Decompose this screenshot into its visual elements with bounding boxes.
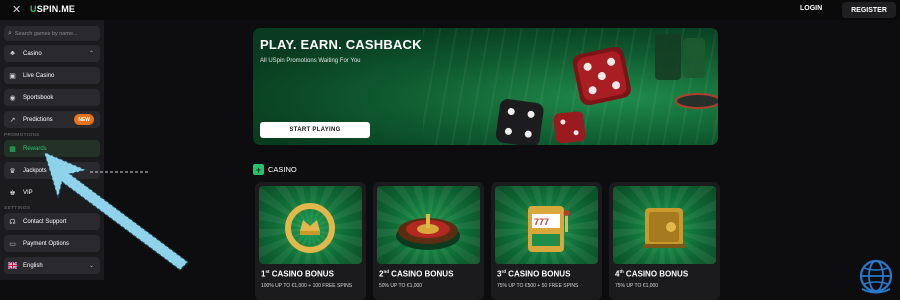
language-select[interactable]: English ⌄ [4, 257, 100, 274]
promo-banner[interactable]: PLAY. EARN. CASHBACK All USpin Promotion… [253, 28, 718, 145]
bonus-card-desc: 100% UP TO €1,000 + 100 FREE SPINS [261, 283, 353, 289]
sidebar-item-contact-support[interactable]: ☊ Contact Support [4, 213, 100, 230]
sidebar-item-label: Casino [23, 50, 42, 57]
register-button[interactable]: REGISTER [842, 2, 896, 18]
globe-icon[interactable] [856, 256, 896, 296]
close-icon[interactable]: ✕ [12, 3, 21, 16]
sidebar: ⌕ Search games by name... ♣ Casino ⌃ ▣ L… [0, 20, 104, 280]
slot-machine-icon: 777 [495, 186, 598, 264]
sidebar-item-label: Live Casino [23, 72, 55, 79]
headset-icon: ☊ [9, 218, 16, 226]
settings-section-label: SETTINGS [4, 206, 31, 211]
svg-text:777: 777 [534, 217, 549, 227]
sidebar-item-label: English [23, 262, 43, 269]
sidebar-item-rewards[interactable]: ▦ Rewards [4, 140, 100, 157]
sidebar-item-vip[interactable]: ♚ VIP [4, 184, 100, 201]
logo[interactable]: USPIN.ME [30, 4, 75, 14]
chevron-up-icon[interactable]: ⌃ [89, 50, 94, 57]
new-badge: NEW [74, 114, 94, 125]
login-button[interactable]: LOGIN [800, 5, 822, 12]
start-playing-button[interactable]: START PLAYING [260, 122, 370, 138]
bonus-card-desc: 75% UP TO €1,000 [615, 283, 659, 289]
chevron-down-icon: ⌄ [88, 263, 94, 269]
casino-heading-text: CASINO [268, 165, 297, 174]
casino-section-heading: + CASINO [253, 164, 297, 175]
sidebar-item-sportsbook[interactable]: ◉ Sportsbook [4, 89, 100, 106]
cards-icon: ▣ [9, 72, 16, 80]
trophy-icon: ♛ [9, 167, 16, 175]
search-placeholder: Search games by name... [14, 30, 78, 37]
chart-icon: ↗ [9, 116, 16, 124]
flag-icon [8, 261, 17, 270]
bonus-card-4[interactable]: 4th CASINO BONUS 75% UP TO €1,000 [609, 182, 720, 300]
bonus-card-2[interactable]: 2nd CASINO BONUS 50% UP TO €1,000 [373, 182, 484, 300]
sidebar-item-predictions[interactable]: ↗ Predictions NEW [4, 111, 100, 128]
ball-icon: ◉ [9, 94, 16, 102]
plus-icon: + [253, 164, 264, 175]
bonus-card-desc: 50% UP TO €1,000 [379, 283, 423, 289]
bonus-card-title: 1st CASINO BONUS [261, 269, 334, 279]
search-icon: ⌕ [8, 29, 12, 37]
card-icon: ▭ [9, 240, 16, 248]
sidebar-item-live-casino[interactable]: ▣ Live Casino [4, 67, 100, 84]
sidebar-item-label: Contact Support [23, 218, 67, 225]
bonus-card-1[interactable]: 1st CASINO BONUS 100% UP TO €1,000 + 100… [255, 182, 366, 300]
top-bar: ✕ USPIN.ME LOGIN REGISTER [0, 0, 900, 20]
safe-icon [613, 186, 716, 264]
sidebar-item-label: Sportsbook [23, 94, 54, 101]
sidebar-item-label: Rewards [23, 145, 47, 152]
sidebar-item-label: Jackpots [23, 167, 47, 174]
clover-icon: ♣ [10, 50, 15, 57]
promotions-section-label: PROMOTIONS [4, 133, 40, 138]
crown-ring-icon [259, 186, 362, 264]
bonus-card-desc: 75% UP TO €500 + 50 FREE SPINS [497, 283, 579, 289]
roulette-icon [377, 186, 480, 264]
bonus-card-title: 2nd CASINO BONUS [379, 269, 454, 279]
bonus-card-3[interactable]: 777 3rd CASINO BONUS 75% UP TO €500 + 50… [491, 182, 602, 300]
banner-subtitle: All USpin Promotions Waiting For You [260, 58, 361, 64]
sidebar-item-label: Payment Options [23, 240, 70, 247]
bonus-card-title: 3rd CASINO BONUS [497, 269, 571, 279]
sidebar-item-casino[interactable]: ♣ Casino ⌃ [4, 45, 100, 62]
search-input[interactable]: ⌕ Search games by name... [4, 26, 100, 41]
gift-icon: ▦ [9, 145, 16, 153]
banner-title: PLAY. EARN. CASHBACK [260, 37, 422, 52]
crown-icon: ♚ [9, 189, 16, 197]
sidebar-item-jackpots[interactable]: ♛ Jackpots [4, 162, 100, 179]
sidebar-item-label: Predictions [23, 116, 53, 123]
bonus-card-title: 4th CASINO BONUS [615, 269, 689, 279]
sidebar-item-label: VIP [23, 189, 33, 196]
sidebar-item-payment-options[interactable]: ▭ Payment Options [4, 235, 100, 252]
